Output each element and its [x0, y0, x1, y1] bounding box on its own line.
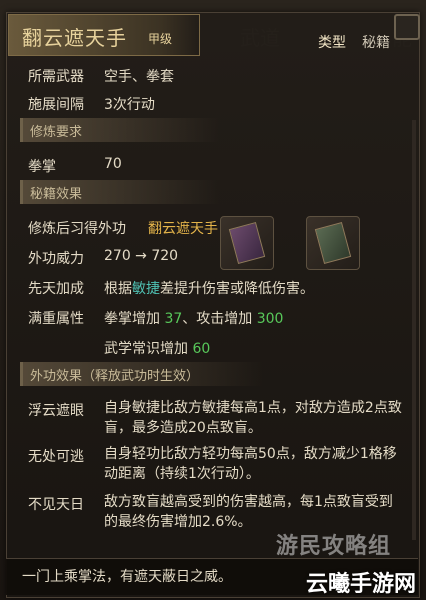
innate-stat: 敏捷 [132, 281, 160, 297]
weapon-value: 空手、拳套 [104, 69, 174, 85]
innate-pre: 根据 [104, 281, 132, 297]
innate-label: 先天加成 [28, 281, 84, 297]
external-header: 外功效果（释放武功时生效） [30, 369, 200, 384]
skill-title: 翻云遮天手 [22, 26, 127, 50]
manual-item-1[interactable] [220, 216, 274, 270]
flavor-text: 一门上乘掌法，有遮天蔽日之威。 [22, 569, 232, 585]
skill-3-desc: 敌方致盲越高受到的伤害越高，每1点致盲受到的最终伤害增加2.6%。 [104, 494, 393, 530]
full-fist-value: 37 [164, 311, 183, 327]
watermark-site: 游民攻略组 [276, 534, 392, 559]
full-line-1: 拳掌增加 37、攻击增加 300 [104, 311, 284, 327]
book-icon [314, 221, 352, 265]
skill-2-desc: 自身轻功比敌方轻功每高50点，敌方减少1格移动距离（持续1次行动）。 [104, 446, 397, 482]
book-icon [228, 221, 266, 265]
skill-2-name: 无处可逃 [28, 449, 84, 465]
req-fist-label: 拳掌 [28, 159, 56, 175]
interval-label: 施展间隔 [28, 97, 84, 113]
watermark-brand: 云曦手游网 [306, 572, 417, 597]
skill-3-name: 不见天日 [28, 497, 84, 513]
settings-icon[interactable] [394, 14, 420, 40]
full-martial-value: 60 [192, 341, 211, 357]
interval-value: 3次行动 [104, 97, 155, 113]
requirements-header: 修炼要求 [30, 125, 83, 140]
full-attack-label: 攻击增加 [196, 311, 253, 327]
learned-label: 修炼后习得外功 [28, 221, 126, 237]
innate-desc: 根据敏捷差提升伤害或降低伤害。 [104, 278, 314, 298]
tab-manual[interactable]: 秘籍 [362, 32, 390, 52]
weapon-label: 所需武器 [28, 69, 84, 85]
full-fist-label: 拳掌增加 [104, 311, 160, 327]
full-attack-value: 300 [256, 311, 284, 327]
skill-1-name: 浮云遮眼 [28, 403, 84, 419]
scrollbar[interactable] [412, 120, 416, 540]
req-fist-value: 70 [104, 156, 122, 172]
full-line-2: 武学常识增加 60 [104, 338, 210, 358]
power-value: 270 → 720 [104, 248, 179, 264]
skill-grade: 甲级 [148, 32, 173, 46]
full-label: 满重属性 [28, 311, 84, 327]
effects-header: 秘籍效果 [30, 187, 83, 202]
full-martial-label: 武学常识增加 [104, 341, 188, 357]
power-label: 外功威力 [28, 251, 84, 267]
innate-post: 差提升伤害或降低伤害。 [160, 281, 314, 297]
tab-type[interactable]: 类型 [318, 32, 346, 52]
manual-item-2[interactable] [306, 216, 360, 270]
skill-1-desc: 自身敏捷比敌方敏捷每高1点，对敌方造成2点致盲，最多造成20点致盲。 [104, 400, 402, 436]
learned-value: 翻云遮天手 [148, 221, 218, 237]
